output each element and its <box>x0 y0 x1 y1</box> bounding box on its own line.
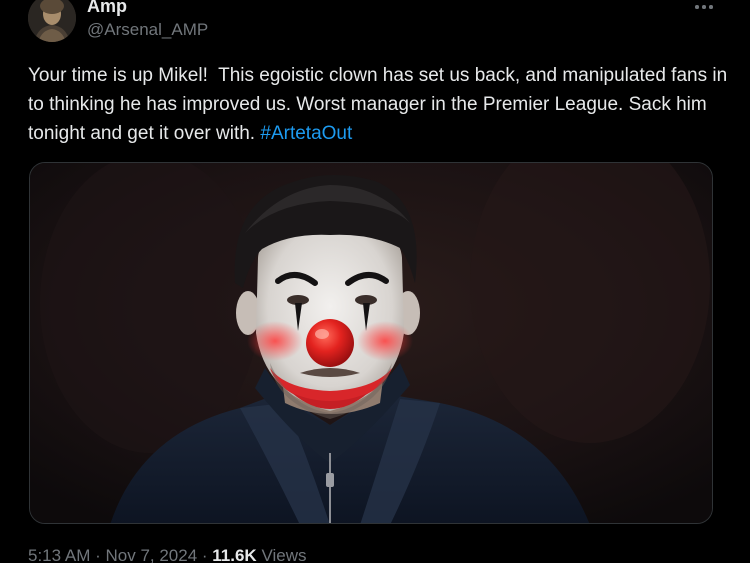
meta-separator: · <box>197 546 213 563</box>
meta-separator: · <box>90 546 106 563</box>
more-horizontal-icon-dot <box>702 5 706 9</box>
tweet-body: Your time is up Mikel! This egoistic clo… <box>28 65 733 144</box>
author-handle[interactable]: @Arsenal_AMP <box>87 19 208 41</box>
author-display-name[interactable]: Amp <box>87 0 127 17</box>
more-horizontal-icon <box>695 5 699 9</box>
hashtag-link[interactable]: #ArtetaOut <box>260 123 352 144</box>
more-horizontal-icon-dot <box>709 5 713 9</box>
tweet-date[interactable]: Nov 7, 2024 <box>105 546 197 563</box>
clown-face-photo <box>30 163 712 523</box>
avatar-photo-icon <box>28 0 76 42</box>
views-label: Views <box>256 546 307 563</box>
tweet-meta: 5:13 AM · Nov 7, 2024 · 11.6K Views <box>28 545 306 563</box>
more-options-button[interactable] <box>692 0 716 14</box>
tweet-text: Your time is up Mikel! This egoistic clo… <box>28 61 728 148</box>
author-avatar[interactable] <box>28 0 76 42</box>
tweet-media-photo[interactable] <box>29 162 713 524</box>
tweet-time[interactable]: 5:13 AM <box>28 546 90 563</box>
tweet: Amp @Arsenal_AMP Your time is up Mikel! … <box>0 0 750 563</box>
views-count[interactable]: 11.6K <box>212 546 256 563</box>
